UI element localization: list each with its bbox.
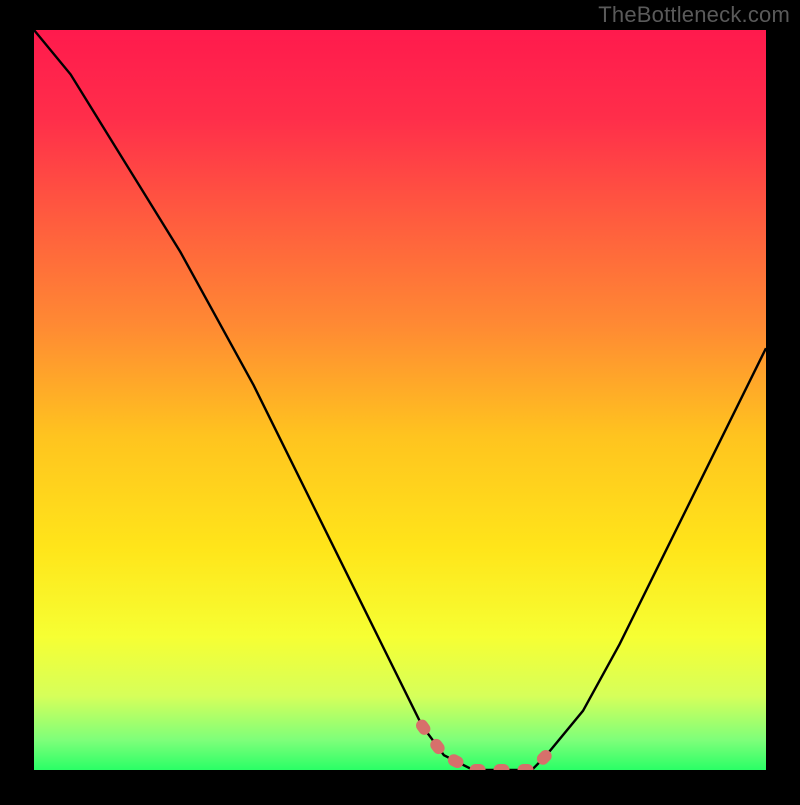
gradient-background — [34, 30, 766, 770]
chart-root: TheBottleneck.com — [0, 0, 800, 800]
watermark-text: TheBottleneck.com — [598, 2, 790, 28]
chart-svg — [0, 0, 800, 800]
plot-area — [34, 30, 766, 770]
